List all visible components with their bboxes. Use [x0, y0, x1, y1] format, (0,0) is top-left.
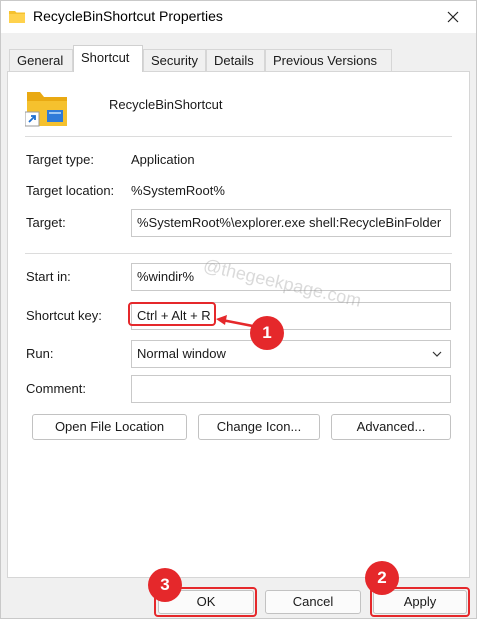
change-icon-button[interactable]: Change Icon...: [198, 414, 320, 440]
target-type-label: Target type:: [26, 152, 94, 167]
divider-top: [25, 136, 452, 137]
annotation-step-3: 3: [148, 568, 182, 602]
annotation-box-shortcut-key: [128, 302, 216, 326]
target-location-value: %SystemRoot%: [131, 183, 225, 198]
run-label: Run:: [26, 346, 54, 361]
folder-icon: [9, 11, 25, 23]
start-in-label: Start in:: [26, 269, 71, 284]
run-select[interactable]: Normal window: [131, 340, 451, 368]
tab-shortcut[interactable]: Shortcut: [73, 45, 143, 72]
shortcut-name: RecycleBinShortcut: [109, 97, 223, 112]
shortcut-folder-icon: [25, 92, 67, 127]
run-select-value: Normal window: [137, 346, 226, 361]
target-label: Target:: [26, 215, 66, 230]
chevron-down-icon: [432, 351, 442, 357]
annotation-step-1: 1: [250, 316, 284, 350]
target-type-value: Application: [131, 152, 195, 167]
annotation-step-2: 2: [365, 561, 399, 595]
close-icon: [447, 11, 459, 23]
properties-window: RecycleBinShortcut Properties General Sh…: [0, 0, 477, 619]
tab-general[interactable]: General: [9, 49, 73, 71]
tab-previous-versions[interactable]: Previous Versions: [265, 49, 392, 71]
tab-details[interactable]: Details: [206, 49, 265, 71]
target-input[interactable]: %SystemRoot%\explorer.exe shell:RecycleB…: [131, 209, 451, 237]
tab-security[interactable]: Security: [143, 49, 206, 71]
target-location-label: Target location:: [26, 183, 115, 198]
comment-label: Comment:: [26, 381, 86, 396]
close-button[interactable]: [430, 1, 476, 33]
comment-input[interactable]: [131, 375, 451, 403]
title-bar: RecycleBinShortcut Properties: [1, 1, 476, 33]
shortcut-key-label: Shortcut key:: [26, 308, 102, 323]
open-file-location-button[interactable]: Open File Location: [32, 414, 187, 440]
advanced-button[interactable]: Advanced...: [331, 414, 451, 440]
divider-middle: [25, 253, 452, 254]
cancel-button[interactable]: Cancel: [265, 590, 361, 614]
window-title: RecycleBinShortcut Properties: [33, 8, 223, 24]
